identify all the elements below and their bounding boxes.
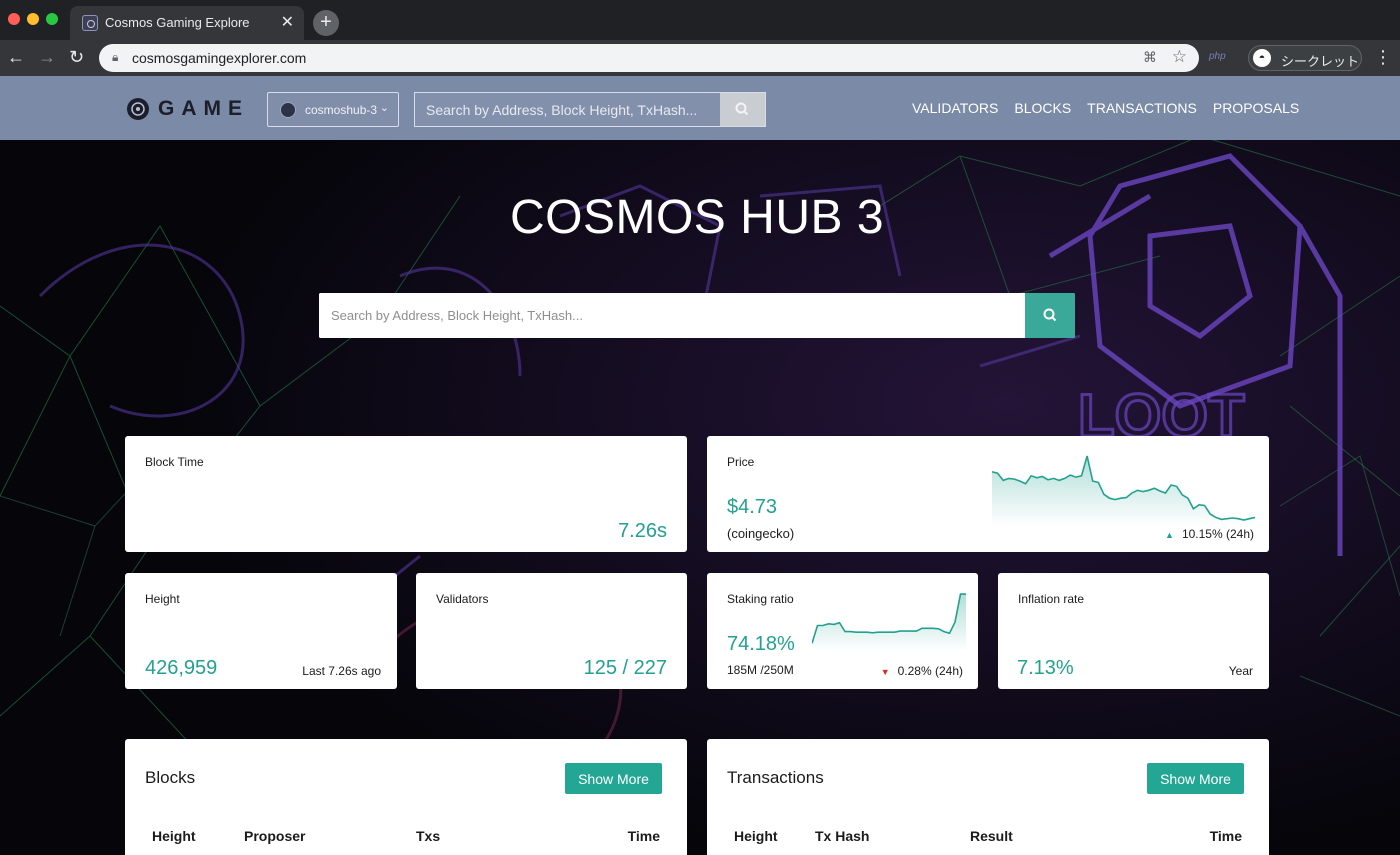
- page-title: COSMOS HUB 3: [509, 191, 885, 244]
- staking-sparkline: [812, 593, 966, 651]
- inflation-value: 7.13%: [1017, 657, 1074, 679]
- url-text[interactable]: cosmosgamingexplorer.com: [132, 50, 306, 66]
- blocks-col-height[interactable]: Height: [152, 828, 196, 844]
- navbar-search-button[interactable]: [720, 93, 765, 126]
- window-minimize-button[interactable]: [27, 13, 39, 25]
- blocks-col-txs[interactable]: Txs: [416, 828, 440, 844]
- reload-icon[interactable]: ↻: [69, 47, 84, 68]
- transactions-col-time[interactable]: Time: [1210, 828, 1242, 844]
- staking-bonded-amount: 185M /250M: [727, 663, 794, 677]
- block-time-label: Block Time: [145, 455, 204, 469]
- transactions-col-tx-hash[interactable]: Tx Hash: [815, 828, 869, 844]
- blocks-panel: Blocks Show More Height Proposer Txs Tim…: [125, 739, 687, 855]
- price-change-text: 10.15% (24h): [1181, 527, 1254, 541]
- bookmark-star-icon[interactable]: ☆: [1172, 47, 1187, 67]
- translate-icon[interactable]: ⌘: [1143, 49, 1157, 66]
- height-last-time: Last 7.26s ago: [302, 664, 381, 678]
- nav-link-proposals[interactable]: PROPOSALS: [1213, 100, 1299, 116]
- navbar-search-input[interactable]: [415, 93, 721, 126]
- browser-toolbar: ← → ↻ 🔒︎ cosmosgamingexplorer.com ⌘ ☆ ph…: [0, 40, 1400, 76]
- height-card: Height 426,959 Last 7.26s ago: [125, 573, 397, 689]
- transactions-col-height[interactable]: Height: [734, 828, 778, 844]
- validators-label: Validators: [436, 592, 489, 606]
- window-zoom-button[interactable]: [46, 13, 58, 25]
- nav-link-blocks[interactable]: BLOCKS: [1014, 100, 1071, 116]
- height-label: Height: [145, 592, 180, 606]
- transactions-panel-title: Transactions: [727, 768, 824, 787]
- nav-link-transactions[interactable]: TRANSACTIONS: [1087, 100, 1197, 116]
- chevron-down-icon: ⌄: [379, 102, 389, 114]
- chain-selector-label: cosmoshub-3: [305, 103, 378, 117]
- validators-card: Validators 125 / 227: [416, 573, 687, 689]
- hero-search: [319, 293, 1075, 338]
- incognito-badge[interactable]: ◓ シークレット: [1248, 45, 1362, 71]
- hero-search-button[interactable]: [1025, 293, 1075, 338]
- php-extension-icon[interactable]: php: [1209, 51, 1226, 62]
- browser-menu-icon[interactable]: ⋮: [1374, 47, 1392, 68]
- price-value: $4.73: [727, 496, 778, 518]
- game-logo-icon[interactable]: [126, 97, 150, 121]
- tab-title: Cosmos Gaming Explore: [105, 15, 250, 30]
- caret-up-icon: ▲: [1165, 530, 1174, 540]
- staking-change: ▼ 0.28% (24h): [881, 664, 963, 678]
- nav-link-validators[interactable]: VALIDATORS: [912, 100, 998, 116]
- cosmos-chain-icon: [280, 102, 296, 118]
- price-sparkline-area: [992, 456, 1255, 526]
- browser-tab-bar: Cosmos Gaming Explore ✕ +: [0, 0, 1400, 40]
- incognito-icon: ◓: [1253, 49, 1271, 67]
- incognito-label: シークレット: [1281, 54, 1360, 69]
- lock-icon: 🔒︎: [112, 50, 119, 64]
- hero-search-input[interactable]: [319, 293, 1025, 338]
- caret-down-icon: ▼: [880, 667, 890, 677]
- site-logo-text[interactable]: GAME: [158, 97, 249, 121]
- address-bar[interactable]: 🔒︎ cosmosgamingexplorer.com ⌘ ☆: [99, 44, 1199, 72]
- price-change: ▲ 10.15% (24h): [1165, 527, 1254, 541]
- height-value: 426,959: [145, 657, 218, 679]
- nav-links: VALIDATORS BLOCKS TRANSACTIONS PROPOSALS: [912, 100, 1299, 116]
- staking-change-text: 0.28% (24h): [897, 664, 963, 678]
- tab-close-icon[interactable]: ✕: [281, 12, 294, 32]
- navbar-search: [414, 92, 766, 127]
- blocks-col-time[interactable]: Time: [628, 828, 660, 844]
- block-time-value: 7.26s: [618, 520, 667, 542]
- browser-tab[interactable]: Cosmos Gaming Explore ✕: [70, 6, 304, 40]
- window-close-button[interactable]: [8, 13, 20, 25]
- inflation-period: Year: [1228, 664, 1253, 678]
- staking-ratio-value: 74.18%: [727, 633, 795, 655]
- site-favicon-icon: [82, 15, 98, 31]
- staking-ratio-card: Staking ratio 74.18% 185M /250M ▼ 0.28% (…: [707, 573, 978, 689]
- transactions-show-more-button[interactable]: Show More: [1147, 763, 1244, 794]
- search-icon: [1043, 308, 1057, 322]
- back-icon[interactable]: ←: [7, 47, 25, 68]
- price-source: (coingecko): [727, 526, 795, 541]
- price-card: Price $4.73 (coingecko) ▲ 10.15% (24h): [707, 436, 1269, 552]
- blocks-col-proposer[interactable]: Proposer: [244, 828, 305, 844]
- site-navbar: GAME cosmoshub-3 ⌄ VALIDATORS BLOCKS TRA…: [0, 76, 1400, 140]
- price-sparkline: [992, 455, 1255, 526]
- new-tab-button[interactable]: +: [313, 10, 339, 36]
- search-icon: [735, 102, 749, 116]
- blocks-panel-title: Blocks: [145, 768, 196, 787]
- staking-sparkline-area: [812, 594, 966, 651]
- staking-ratio-label: Staking ratio: [727, 592, 794, 606]
- transactions-panel: Transactions Show More Height Tx Hash Re…: [707, 739, 1269, 855]
- page-content: LOOT GAME cosmoshub-3 ⌄ VALIDATORS BLO: [0, 76, 1400, 855]
- chain-selector[interactable]: cosmoshub-3 ⌄: [267, 92, 399, 127]
- transactions-col-result[interactable]: Result: [970, 828, 1013, 844]
- inflation-label: Inflation rate: [1018, 592, 1085, 606]
- block-time-card: Block Time 7.26s: [125, 436, 687, 552]
- price-label: Price: [727, 455, 755, 469]
- forward-icon[interactable]: →: [38, 47, 56, 68]
- blocks-show-more-button[interactable]: Show More: [565, 763, 662, 794]
- inflation-card: Inflation rate 7.13% Year: [998, 573, 1269, 689]
- validators-value: 125 / 227: [583, 657, 667, 679]
